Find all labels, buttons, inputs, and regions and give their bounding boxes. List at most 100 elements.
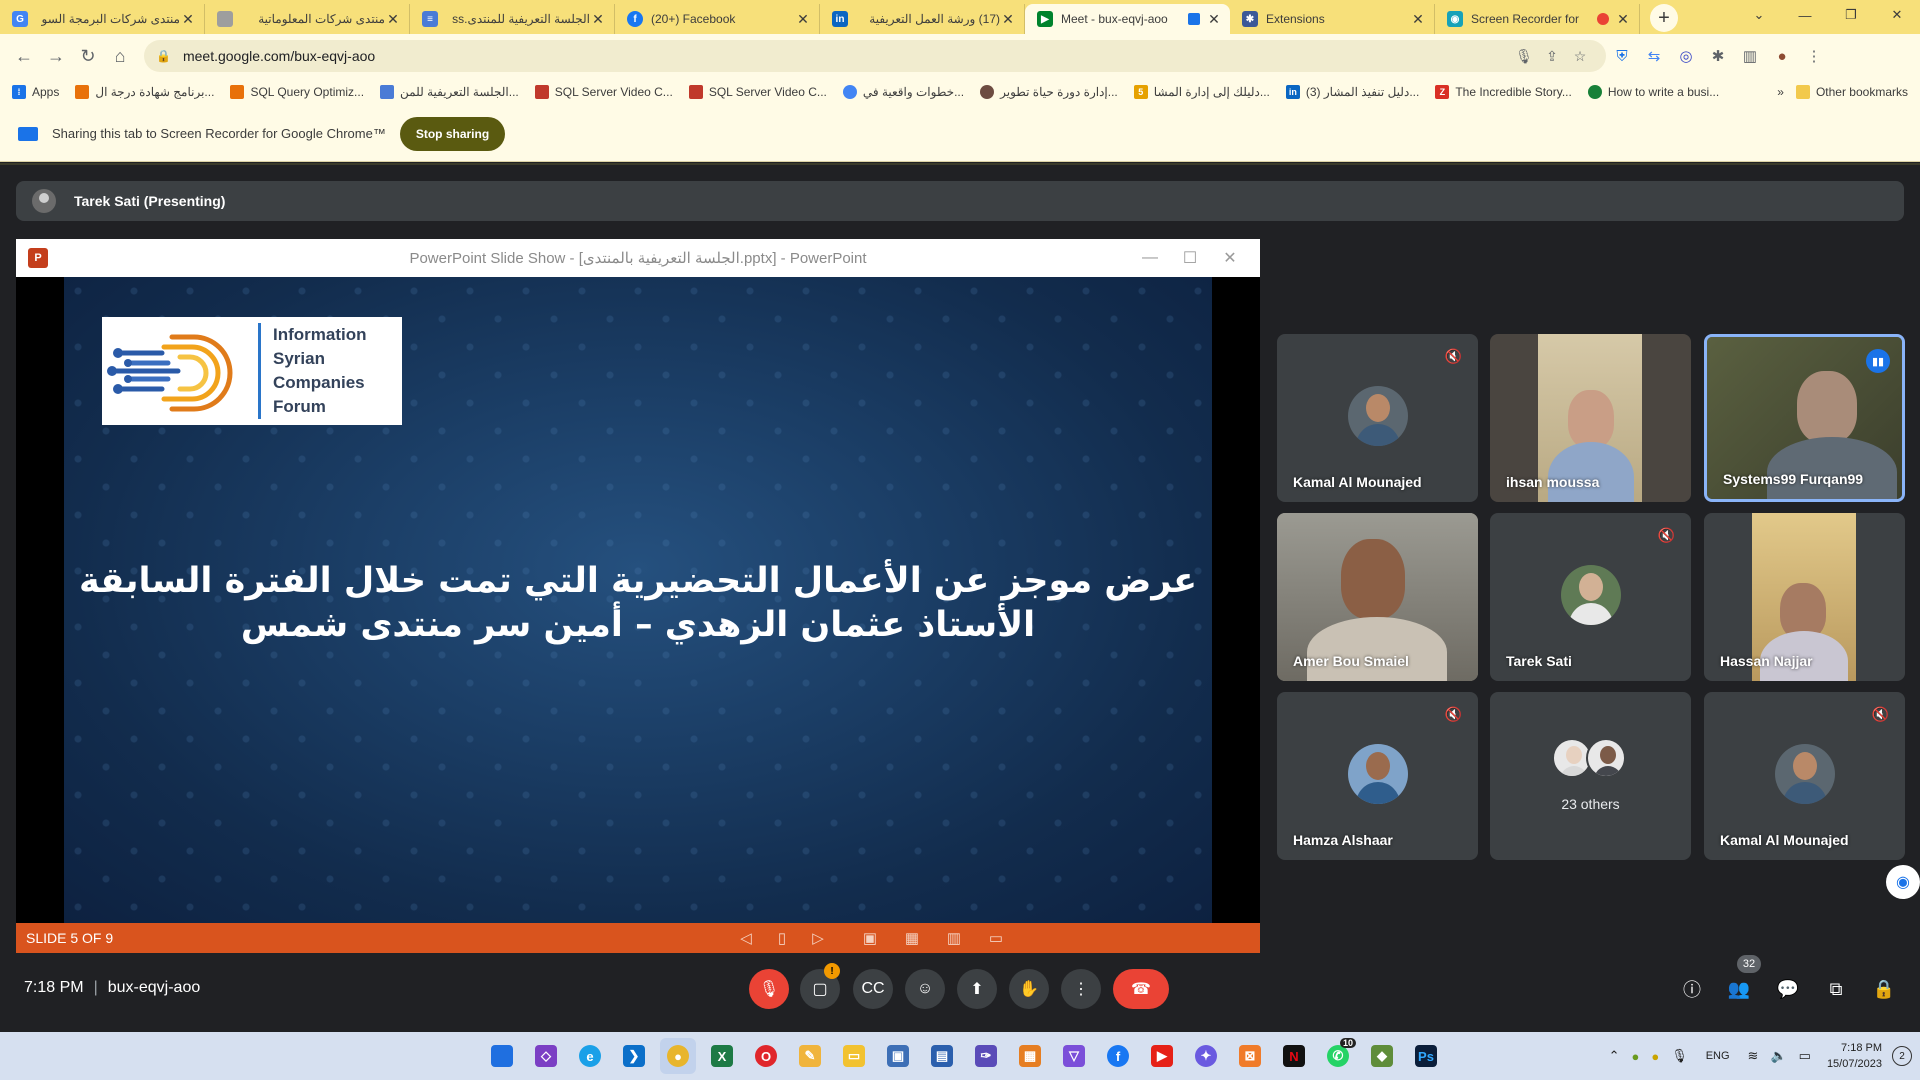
vscode-icon[interactable]: ❯	[616, 1038, 652, 1074]
host-controls-icon[interactable]: 🔒	[1866, 971, 1902, 1007]
participant-tile[interactable]: Amer Bou Smaiel	[1277, 513, 1478, 681]
raise-hand-button[interactable]: ✋	[1009, 969, 1049, 1009]
participant-tile[interactable]: Hassan Najjar	[1704, 513, 1905, 681]
visual-studio-icon[interactable]: ◇	[528, 1038, 564, 1074]
leave-call-button[interactable]: ☎	[1113, 969, 1169, 1009]
people-icon[interactable]: 👥 32	[1721, 955, 1761, 1007]
bookmark-item[interactable]: خطوات واقعية في...	[842, 85, 964, 99]
vpn-icon[interactable]: ▽	[1056, 1038, 1092, 1074]
camera-toggle-button[interactable]: ▢!	[800, 963, 840, 1009]
minimize-icon[interactable]: —	[1782, 0, 1828, 30]
profile-avatar-icon[interactable]: ●	[1766, 40, 1798, 72]
recorder-extension-icon[interactable]: ◎	[1670, 40, 1702, 72]
bookmark-item[interactable]: in (3) دليل تنفيذ المشار...	[1285, 85, 1419, 99]
address-bar[interactable]: 🔒 meet.google.com/bux-eqvj-aoo 🎙 ⇪ ☆	[144, 40, 1606, 72]
activities-icon[interactable]: ⧉	[1818, 971, 1854, 1007]
clock[interactable]: 7:18 PM 15/07/2023	[1827, 1040, 1882, 1072]
close-tab-icon[interactable]: ✕	[1000, 11, 1016, 28]
bookmark-item[interactable]: SQL Query Optimiz...	[230, 85, 364, 99]
participant-tile[interactable]: 🔇 Kamal Al Mounajed	[1704, 692, 1905, 860]
youtube-icon[interactable]: ▶	[1144, 1038, 1180, 1074]
next-slide-icon[interactable]: ▷	[804, 923, 832, 953]
chevron-up-icon[interactable]: ⌃	[1609, 1048, 1620, 1064]
present-button[interactable]: ⬆	[957, 969, 997, 1009]
more-options-button[interactable]: ⋮	[1061, 969, 1101, 1009]
opera-icon[interactable]: O	[748, 1038, 784, 1074]
mic-toggle-button[interactable]: 🎙	[749, 969, 789, 1009]
new-tab-button[interactable]: +	[1650, 4, 1678, 32]
bookmark-item[interactable]: Z The Incredible Story...	[1435, 85, 1572, 99]
tray-app-icon[interactable]: ●	[1631, 1049, 1639, 1064]
menu-kebab-icon[interactable]: ⋮	[1798, 40, 1830, 72]
tray-app-icon[interactable]: ●	[1651, 1049, 1659, 1064]
emoji-button[interactable]: ☺	[905, 969, 945, 1009]
browser-tab[interactable]: ≡ الجلسة التعريفية للمنتدى.ss ✕	[410, 4, 615, 34]
home-icon[interactable]: ⌂	[104, 40, 136, 72]
others-tile[interactable]: 23 others	[1490, 692, 1691, 860]
facebook-icon[interactable]: f	[1100, 1038, 1136, 1074]
notes-icon[interactable]: ▯	[768, 923, 796, 953]
translate-extension-icon[interactable]: ⇆	[1638, 40, 1670, 72]
whatsapp-icon[interactable]: ✆ 10	[1320, 1038, 1356, 1074]
bookmark-item[interactable]: SQL Server Video C...	[534, 85, 673, 99]
minimize-icon[interactable]: —	[1130, 239, 1170, 277]
close-window-icon[interactable]: ✕	[1874, 0, 1920, 30]
reading-view-icon[interactable]: ▥	[940, 923, 968, 953]
participant-tile[interactable]: ihsan moussa	[1490, 334, 1691, 502]
slideshow-icon[interactable]: ▭	[982, 923, 1010, 953]
volume-muted-icon[interactable]: 🔈	[1770, 1048, 1786, 1064]
language-indicator[interactable]: ENG	[1706, 1050, 1730, 1062]
forward-icon[interactable]: →	[40, 40, 72, 72]
close-icon[interactable]: ✕	[1210, 239, 1250, 277]
participant-tile[interactable]: 🔇 Kamal Al Mounajed	[1277, 334, 1478, 502]
stop-sharing-button[interactable]: Stop sharing	[399, 116, 506, 151]
browser-tab[interactable]: ✱ Extensions ✕	[1230, 4, 1435, 34]
lock-icon[interactable]: 🔒	[156, 49, 171, 63]
participant-tile-speaking[interactable]: ▮▮ Systems99 Furqan99	[1704, 334, 1905, 502]
microphone-icon[interactable]: 🎙	[1510, 48, 1538, 65]
restore-icon[interactable]: ❐	[1828, 0, 1874, 30]
bookmark-star-icon[interactable]: ☆	[1566, 48, 1594, 65]
battery-icon[interactable]: ▭	[1799, 1048, 1811, 1064]
remote-desktop-icon[interactable]: ▣	[880, 1038, 916, 1074]
close-tab-icon[interactable]: ✕	[1410, 11, 1426, 28]
side-panel-icon[interactable]: ▥	[1734, 40, 1766, 72]
bookmark-apps[interactable]: ⁞ Apps	[12, 85, 59, 99]
chat-icon[interactable]: 💬	[1770, 971, 1806, 1007]
shield-extension-icon[interactable]: ⛨	[1606, 40, 1638, 72]
bookmark-item[interactable]: برنامج شهادة درجة ال...	[75, 85, 214, 99]
windows-start-icon[interactable]	[484, 1038, 520, 1074]
browser-tab[interactable]: ◉ Screen Recorder for ✕	[1435, 4, 1640, 34]
excel-icon[interactable]: X	[704, 1038, 740, 1074]
other-bookmarks[interactable]: Other bookmarks	[1795, 85, 1908, 99]
pen-app-icon[interactable]: ✑	[968, 1038, 1004, 1074]
wifi-icon[interactable]: ≋	[1748, 1048, 1759, 1064]
share-icon[interactable]: ⇪	[1538, 48, 1566, 65]
url-text[interactable]: meet.google.com/bux-eqvj-aoo	[183, 48, 1510, 64]
edge-icon[interactable]: e	[572, 1038, 608, 1074]
paint-icon[interactable]: ✎	[792, 1038, 828, 1074]
captions-button[interactable]: CC	[853, 969, 893, 1009]
microphone-icon[interactable]: 🎙	[1671, 1048, 1688, 1064]
xampp-icon[interactable]: ⊠	[1232, 1038, 1268, 1074]
back-icon[interactable]: ←	[8, 40, 40, 72]
close-tab-icon[interactable]: ✕	[180, 11, 196, 28]
assistant-bubble-icon[interactable]: ◉	[1886, 865, 1920, 899]
slide-sorter-icon[interactable]: ▦	[898, 923, 926, 953]
notifications-badge[interactable]: 2	[1892, 1046, 1912, 1066]
browser-tab[interactable]: G منتدى شركات البرمجة السو ✕	[0, 4, 205, 34]
browser-tab-active[interactable]: ▶ Meet - bux-eqvj-aoo ✕	[1025, 4, 1230, 34]
office-icon[interactable]: ▦	[1012, 1038, 1048, 1074]
reload-icon[interactable]: ↻	[72, 40, 104, 72]
bookmark-item[interactable]: إدارة دورة حياة تطوير...	[980, 85, 1118, 99]
participant-tile[interactable]: 🔇 Tarek Sati	[1490, 513, 1691, 681]
browser-tab[interactable]: in (17) ورشة العمل التعريفية ✕	[820, 4, 1025, 34]
previous-slide-icon[interactable]: ◁	[732, 923, 760, 953]
more-bookmarks-button[interactable]: »	[1777, 85, 1784, 99]
close-tab-icon[interactable]: ✕	[795, 11, 811, 28]
browser-tab[interactable]: منتدى شركات المعلوماتية ✕	[205, 4, 410, 34]
file-explorer-icon[interactable]: ▭	[836, 1038, 872, 1074]
close-tab-icon[interactable]: ✕	[1615, 11, 1631, 28]
bookmark-item[interactable]: 5 دليلك إلى إدارة المشا...	[1133, 85, 1270, 99]
tab-search-icon[interactable]: ⌄	[1736, 0, 1782, 30]
